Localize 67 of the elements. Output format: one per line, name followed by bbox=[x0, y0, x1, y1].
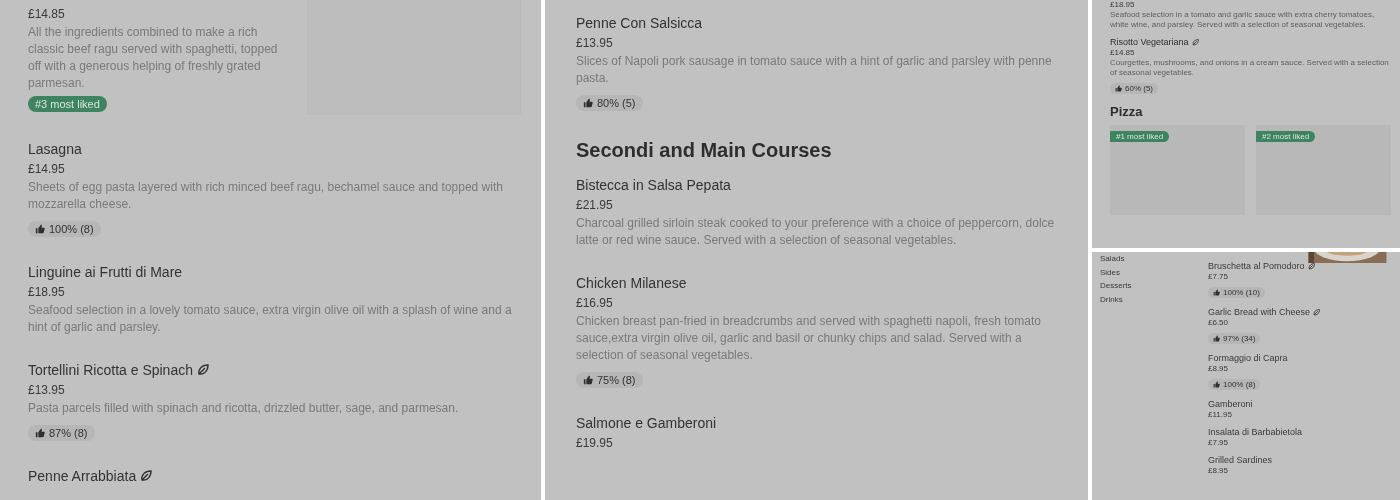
item-name[interactable]: Risotto Vegetariana bbox=[1110, 36, 1189, 48]
sidebar-item[interactable]: Desserts bbox=[1100, 279, 1192, 293]
rating-pill: 60% (5) bbox=[1110, 83, 1158, 94]
item-description: Seafood selection in a lovely tomato sauce, extra virgin olive oil with a splash of wine and a hint of garlic and parsley. bbox=[28, 302, 513, 336]
most-liked-badge: #2 most liked bbox=[1256, 131, 1316, 142]
rating-pill: 75% (8) bbox=[576, 372, 643, 388]
image-placeholder[interactable]: #1 most liked bbox=[1110, 125, 1245, 215]
item-name[interactable]: Gamberoni bbox=[1208, 399, 1253, 410]
item-price: £8.95 bbox=[1208, 364, 1230, 374]
item-price: £21.95 bbox=[576, 197, 614, 214]
item-name[interactable]: Linguine ai Frutti di Mare bbox=[28, 262, 183, 282]
thumbs-up-icon bbox=[1115, 85, 1122, 92]
item-price: £14.85 bbox=[28, 6, 66, 23]
sidebar-item[interactable]: Salads bbox=[1100, 252, 1192, 266]
item-description: Seafood selection in a tomato and garlic sauce with extra cherry tomatoes, white wine, and parsley. Served with a selection of seasonal vegetables. bbox=[1110, 10, 1376, 30]
thumbs-up-icon bbox=[583, 98, 593, 108]
item-name[interactable]: Salmone e Gamberoni bbox=[576, 413, 717, 433]
item-name[interactable]: Insalata di Barbabietola bbox=[1208, 427, 1303, 438]
rating-pill: 80% (5) bbox=[576, 95, 643, 111]
item-price: £11.95 bbox=[1208, 410, 1233, 420]
item-description: Charcoal grilled sirloin steak cooked to your preference with a choice of peppercorn, dolce latte or red wine sauce. Served with a selection of seasonal vegetables. bbox=[576, 215, 1056, 249]
item-name[interactable]: Tortellini Ricotta e Spinach bbox=[28, 360, 193, 380]
item-description: All the ingredients combined to make a rich classic beef ragu served with spaghetti, topped off with a generous helping of freshly grated parmesan. bbox=[28, 24, 279, 92]
item-name[interactable]: Penne Arrabbiata bbox=[28, 466, 137, 486]
item-name[interactable]: Garlic Bread with Cheese bbox=[1208, 307, 1311, 318]
section-heading: Pizza bbox=[1110, 104, 1144, 119]
item-description: Courgettes, mushrooms, and onions in a cream sauce. Served with a selection of seasonal vegetables. bbox=[1110, 58, 1390, 78]
item-name[interactable]: Bruschetta al Pomodoro bbox=[1208, 261, 1305, 272]
thumbs-up-icon bbox=[35, 224, 45, 234]
rating-pill: 100% (8) bbox=[28, 221, 101, 237]
item-price: £13.95 bbox=[576, 35, 614, 52]
sidebar-item[interactable]: Drinks bbox=[1100, 292, 1192, 306]
sidebar-item[interactable]: Sides bbox=[1100, 265, 1192, 279]
rating-pill: 100% (10) bbox=[1208, 287, 1265, 298]
rating-pill: 87% (8) bbox=[28, 425, 95, 441]
item-description: Slices of Napoli pork sausage in tomato sauce with a hint of garlic and parsley with penne pasta. bbox=[576, 53, 1053, 87]
item-price: £7.75 bbox=[1208, 272, 1230, 282]
item-price: £18.95 bbox=[1110, 0, 1136, 10]
item-price: £18.95 bbox=[28, 284, 66, 301]
item-description: Sheets of egg pasta layered with rich minced beef ragu, bechamel sauce and topped with mozzarella cheese. bbox=[28, 179, 504, 213]
item-price: £19.95 bbox=[576, 435, 614, 452]
item-name[interactable]: Formaggio di Capra bbox=[1208, 353, 1288, 364]
item-price: £14.95 bbox=[28, 161, 66, 178]
image-placeholder[interactable]: #2 most liked bbox=[1256, 125, 1391, 215]
item-name[interactable]: Chicken Milanese bbox=[576, 273, 687, 293]
thumbs-up-icon bbox=[1213, 289, 1220, 296]
thumbs-up-icon bbox=[35, 428, 45, 438]
item-name[interactable]: Lasagna bbox=[28, 139, 82, 159]
item-description: Chicken breast pan-fried in breadcrumbs and served with spaghetti napoli, fresh tomato sauce,extra virgin olive oil, garlic and basil or chunky chips and salad. Served with a selection of seasonal vegetables. bbox=[576, 313, 1042, 364]
item-name[interactable]: Penne Con Salsicca bbox=[576, 13, 703, 33]
item-price: £16.95 bbox=[576, 295, 614, 312]
thumbs-up-icon bbox=[583, 375, 593, 385]
thumbs-up-icon bbox=[1213, 335, 1220, 342]
section-heading: Secondi and Main Courses bbox=[576, 138, 833, 162]
rating-pill: 100% (8) bbox=[1208, 379, 1261, 390]
item-name[interactable]: Grilled Sardines bbox=[1208, 455, 1273, 466]
item-price: £7.95 bbox=[1208, 438, 1230, 448]
item-price: £8.95 bbox=[1208, 466, 1230, 476]
thumbs-up-icon bbox=[1213, 381, 1220, 388]
item-price: £14.85 bbox=[1110, 48, 1136, 58]
item-name[interactable]: Bistecca in Salsa Pepata bbox=[576, 175, 731, 195]
item-price: £6.50 bbox=[1208, 318, 1230, 328]
item-price: £13.95 bbox=[28, 382, 66, 399]
most-liked-badge: #3 most liked bbox=[28, 96, 107, 112]
most-liked-badge: #1 most liked bbox=[1110, 131, 1170, 142]
item-description: Pasta parcels filled with spinach and ricotta, drizzled butter, sage, and parmesan. bbox=[28, 400, 460, 417]
rating-pill: 97% (34) bbox=[1208, 333, 1261, 344]
